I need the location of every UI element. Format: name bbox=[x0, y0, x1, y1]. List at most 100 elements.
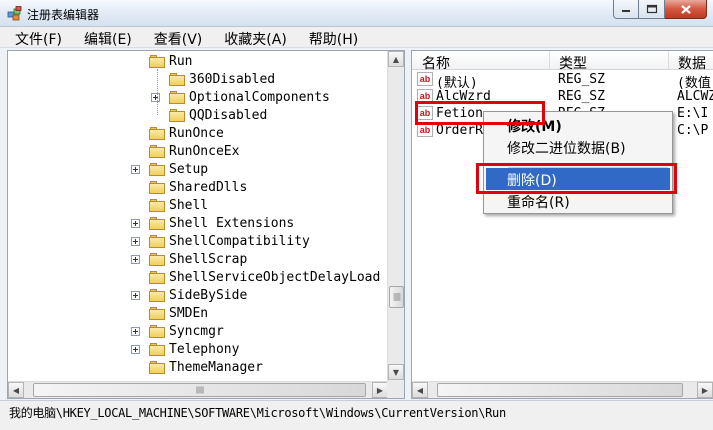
title-bar: 注册表编辑器 bbox=[0, 0, 713, 27]
tree-hscroll-thumb[interactable] bbox=[33, 383, 366, 397]
column-header-type[interactable]: 类型 bbox=[559, 53, 587, 73]
folder-icon bbox=[149, 199, 166, 212]
value-type: REG_SZ bbox=[558, 89, 605, 104]
value-data: C:\P bbox=[677, 123, 709, 138]
tree-node-label: Setup bbox=[169, 162, 209, 177]
tree-node[interactable]: Run bbox=[8, 53, 388, 71]
expand-plus-icon[interactable] bbox=[131, 237, 140, 246]
menu-file[interactable]: 文件(F) bbox=[4, 27, 73, 48]
tree-node[interactable]: Setup bbox=[8, 161, 388, 179]
tree-connector-line bbox=[157, 69, 158, 115]
tree-node-label: 360Disabled bbox=[189, 72, 276, 87]
string-value-icon: ab bbox=[417, 123, 433, 137]
column-header-data[interactable]: 数据 bbox=[678, 53, 706, 73]
column-divider[interactable] bbox=[668, 51, 669, 70]
tree-node[interactable]: 360Disabled bbox=[8, 71, 388, 89]
value-data: ALCWZ bbox=[677, 89, 713, 104]
folder-icon bbox=[149, 163, 166, 176]
folder-icon bbox=[149, 361, 166, 374]
tree-node[interactable]: QQDisabled bbox=[8, 107, 388, 125]
window-controls bbox=[613, 0, 707, 20]
tree-node[interactable]: ShellServiceObjectDelayLoad bbox=[8, 269, 388, 287]
tree-node-label: QQDisabled bbox=[189, 108, 268, 123]
tree-node[interactable]: ShellScrap bbox=[8, 251, 388, 269]
tree-node[interactable]: ShellCompatibility bbox=[8, 233, 388, 251]
folder-icon bbox=[149, 271, 166, 284]
tree-node[interactable]: Telephony bbox=[8, 341, 388, 359]
status-bar: 我的电脑\HKEY_LOCAL_MACHINE\SOFTWARE\Microso… bbox=[0, 400, 713, 430]
expand-plus-icon[interactable] bbox=[131, 255, 140, 264]
scroll-right-arrow-icon[interactable]: ▶ bbox=[372, 382, 388, 398]
scroll-down-arrow-icon[interactable]: ▼ bbox=[388, 364, 404, 380]
annotation-box-delete bbox=[476, 163, 677, 194]
menu-help[interactable]: 帮助(H) bbox=[298, 27, 369, 48]
list-horizontal-scrollbar[interactable]: ◀ ▶ bbox=[412, 381, 713, 398]
folder-icon bbox=[149, 343, 166, 356]
menu-favorites[interactable]: 收藏夹(A) bbox=[213, 27, 298, 48]
tree-node-label: Telephony bbox=[169, 342, 240, 357]
menu-edit[interactable]: 编辑(E) bbox=[73, 27, 143, 48]
tree-node-label: Shell Extensions bbox=[169, 216, 295, 231]
expand-plus-icon[interactable] bbox=[151, 93, 160, 102]
column-header-name[interactable]: 名称 bbox=[422, 53, 450, 73]
window-title: 注册表编辑器 bbox=[27, 8, 100, 22]
list-hscroll-thumb[interactable] bbox=[437, 383, 683, 397]
tree-horizontal-scrollbar[interactable]: ◀ ▶ bbox=[8, 381, 389, 398]
tree-node-label: ShellScrap bbox=[169, 252, 248, 267]
tree-node-label: SideBySide bbox=[169, 288, 248, 303]
expand-plus-icon[interactable] bbox=[131, 219, 140, 228]
tree-node[interactable]: OptionalComponents bbox=[8, 89, 388, 107]
tree-node[interactable]: RunOnceEx bbox=[8, 143, 388, 161]
menu-view[interactable]: 查看(V) bbox=[143, 27, 214, 48]
status-path: 我的电脑\HKEY_LOCAL_MACHINE\SOFTWARE\Microso… bbox=[9, 406, 506, 420]
tree-node[interactable]: Syncmgr bbox=[8, 323, 388, 341]
tree-node[interactable]: ThemeManager bbox=[8, 359, 388, 377]
folder-icon bbox=[149, 55, 166, 68]
scroll-left-arrow-icon[interactable]: ◀ bbox=[412, 382, 428, 398]
tree-node-label: ShellCompatibility bbox=[169, 234, 310, 249]
tree-node[interactable]: RunOnce bbox=[8, 125, 388, 143]
folder-icon bbox=[169, 109, 186, 122]
folder-icon bbox=[149, 289, 166, 302]
registry-tree-pane[interactable]: Run 360Disabled OptionalComponents QQDisabl… bbox=[7, 50, 405, 399]
scroll-right-arrow-icon[interactable]: ▶ bbox=[697, 382, 713, 398]
regedit-icon bbox=[7, 6, 22, 21]
maximize-icon bbox=[646, 4, 657, 14]
tree-node-label: ShellServiceObjectDelayLoad bbox=[169, 270, 381, 285]
tree-node[interactable]: SMDEn bbox=[8, 305, 388, 323]
tree-node[interactable]: Shell bbox=[8, 197, 388, 215]
expand-plus-icon[interactable] bbox=[131, 345, 140, 354]
scroll-up-arrow-icon[interactable]: ▲ bbox=[388, 51, 404, 67]
value-type: REG_SZ bbox=[558, 72, 605, 87]
expand-plus-icon[interactable] bbox=[131, 327, 140, 336]
tree-node-label: RunOnceEx bbox=[169, 144, 240, 159]
folder-icon bbox=[169, 73, 186, 86]
minimize-icon bbox=[622, 10, 630, 12]
tree-vscroll-thumb[interactable] bbox=[389, 286, 404, 308]
tree-node-label: Run bbox=[169, 54, 193, 69]
tree-vertical-scrollbar[interactable]: ▲ ▼ bbox=[387, 51, 404, 382]
maximize-button[interactable] bbox=[639, 0, 665, 19]
tree-node[interactable]: Shell Extensions bbox=[8, 215, 388, 233]
scroll-left-arrow-icon[interactable]: ◀ bbox=[8, 382, 24, 398]
expand-plus-icon[interactable] bbox=[131, 291, 140, 300]
value-row[interactable]: ab (默认) REG_SZ (数值 bbox=[412, 71, 713, 91]
minimize-button[interactable] bbox=[613, 0, 639, 19]
folder-icon bbox=[149, 127, 166, 140]
expand-plus-icon[interactable] bbox=[131, 165, 140, 174]
folder-icon bbox=[149, 145, 166, 158]
value-data: E:\I bbox=[677, 106, 709, 121]
tree-node[interactable]: SideBySide bbox=[8, 287, 388, 305]
folder-icon bbox=[149, 307, 166, 320]
tree-node[interactable]: SharedDlls bbox=[8, 179, 388, 197]
tree-node-label: Shell bbox=[169, 198, 209, 213]
folder-icon bbox=[149, 181, 166, 194]
folder-icon bbox=[149, 325, 166, 338]
tree-node-label: SMDEn bbox=[169, 306, 209, 321]
list-header: 名称 类型 数据 bbox=[412, 51, 713, 73]
close-button[interactable] bbox=[665, 0, 707, 19]
column-divider[interactable] bbox=[549, 51, 550, 70]
string-value-icon: ab bbox=[417, 72, 433, 86]
context-menu-modify-binary[interactable]: 修改二进位数据(B) bbox=[486, 136, 670, 158]
close-icon bbox=[680, 4, 691, 14]
